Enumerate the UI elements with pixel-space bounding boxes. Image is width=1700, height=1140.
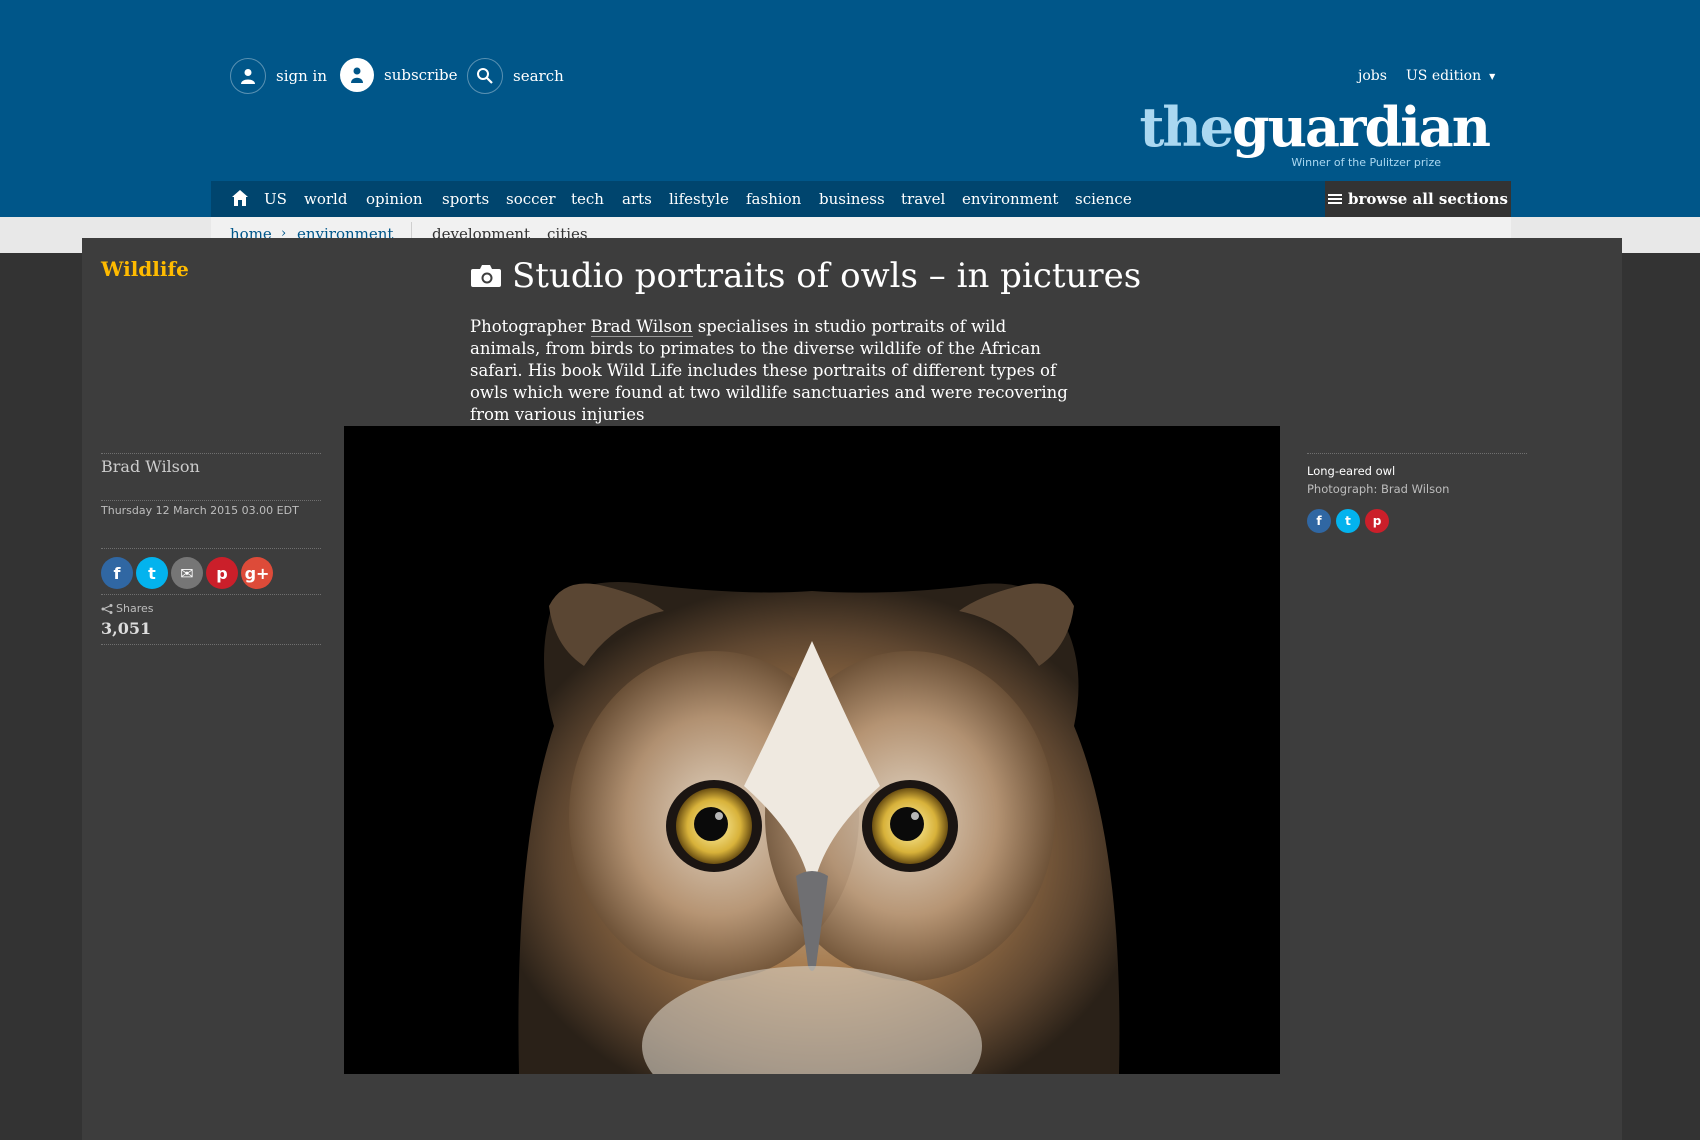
nav-item-fashion[interactable]: fashion bbox=[746, 190, 801, 208]
twitter-icon: t bbox=[148, 563, 156, 583]
logo-tagline: Winner of the Pulitzer prize bbox=[1291, 156, 1441, 169]
edition-selector[interactable]: US edition ▼ bbox=[1406, 68, 1495, 84]
caption-share-buttons: f t p bbox=[1307, 509, 1394, 533]
nav-item-travel[interactable]: travel bbox=[901, 190, 945, 208]
sign-in-link[interactable]: sign in bbox=[230, 58, 327, 94]
facebook-share-button[interactable]: f bbox=[101, 557, 133, 589]
caption-facebook-button[interactable]: f bbox=[1307, 509, 1331, 533]
share-buttons: f t ✉ p g+ bbox=[101, 557, 276, 589]
facebook-icon: f bbox=[113, 563, 121, 583]
main-nav: US world opinion sports soccer tech arts… bbox=[0, 181, 1700, 217]
nav-item-arts[interactable]: arts bbox=[622, 190, 652, 208]
browse-all-sections-button[interactable]: browse all sections bbox=[1325, 181, 1511, 217]
chevron-down-icon: ▼ bbox=[1489, 71, 1496, 81]
publish-date: Thursday 12 March 2015 03.00 EDT bbox=[101, 504, 299, 517]
article-title: Studio portraits of owls – in pictures bbox=[470, 256, 1141, 296]
standfirst: Photographer Brad Wilson specialises in … bbox=[470, 316, 1070, 426]
subscribe-link[interactable]: subscribe bbox=[340, 58, 458, 92]
home-icon[interactable] bbox=[230, 188, 250, 208]
subscribe-label: subscribe bbox=[384, 66, 458, 84]
divider bbox=[1307, 453, 1527, 454]
nav-item-tech[interactable]: tech bbox=[571, 190, 604, 208]
guardian-logo[interactable]: theguardian Winner of the Pulitzer prize bbox=[1139, 100, 1491, 169]
edition-label: US edition bbox=[1406, 68, 1482, 84]
email-icon: ✉ bbox=[180, 563, 194, 583]
article-title-text: Studio portraits of owls – in pictures bbox=[512, 256, 1142, 296]
gallery-image[interactable] bbox=[344, 426, 1280, 1074]
nav-item-science[interactable]: science bbox=[1075, 190, 1132, 208]
search-icon bbox=[467, 58, 503, 94]
byline[interactable]: Brad Wilson bbox=[101, 457, 200, 476]
jobs-link[interactable]: jobs bbox=[1358, 68, 1387, 84]
divider bbox=[101, 548, 321, 549]
section-kicker[interactable]: Wildlife bbox=[101, 257, 189, 281]
divider bbox=[101, 594, 321, 595]
search-link[interactable]: search bbox=[467, 58, 564, 94]
sign-in-label: sign in bbox=[276, 67, 327, 85]
email-share-button[interactable]: ✉ bbox=[171, 557, 203, 589]
share-icon bbox=[101, 603, 113, 614]
nav-item-sports[interactable]: sports bbox=[442, 190, 489, 208]
logo-guardian: guardian bbox=[1232, 95, 1491, 159]
googleplus-icon: g+ bbox=[244, 563, 270, 583]
search-label: search bbox=[513, 67, 564, 85]
standfirst-before: Photographer bbox=[470, 317, 591, 336]
subscribe-icon bbox=[340, 58, 374, 92]
twitter-share-button[interactable]: t bbox=[136, 557, 168, 589]
shares-label-text: Shares bbox=[116, 602, 154, 615]
image-caption: Long-eared owl Photograph: Brad Wilson bbox=[1307, 462, 1449, 498]
owl-photo bbox=[518, 582, 1120, 1074]
nav-item-lifestyle[interactable]: lifestyle bbox=[669, 190, 729, 208]
menu-icon bbox=[1328, 192, 1343, 206]
caption-twitter-button[interactable]: t bbox=[1336, 509, 1360, 533]
divider bbox=[101, 644, 321, 645]
divider bbox=[101, 453, 321, 454]
nav-item-business[interactable]: business bbox=[819, 190, 885, 208]
caption-credit: Photograph: Brad Wilson bbox=[1307, 482, 1450, 496]
logo-the: the bbox=[1139, 95, 1234, 159]
nav-item-opinion[interactable]: opinion bbox=[366, 190, 423, 208]
shares-label: Shares bbox=[101, 602, 153, 615]
user-icon bbox=[230, 58, 266, 94]
pinterest-icon: p bbox=[216, 563, 228, 583]
camera-icon bbox=[471, 265, 501, 287]
twitter-icon: t bbox=[1345, 514, 1351, 528]
caption-pinterest-button[interactable]: p bbox=[1365, 509, 1389, 533]
nav-item-environment[interactable]: environment bbox=[962, 190, 1058, 208]
nav-item-soccer[interactable]: soccer bbox=[506, 190, 556, 208]
divider bbox=[101, 500, 321, 501]
site-header: sign in subscribe search jobs US edition… bbox=[0, 0, 1700, 181]
shares-count: 3,051 bbox=[101, 619, 152, 638]
caption-title: Long-eared owl bbox=[1307, 464, 1396, 478]
googleplus-share-button[interactable]: g+ bbox=[241, 557, 273, 589]
pinterest-icon: p bbox=[1372, 514, 1382, 528]
browse-label: browse all sections bbox=[1348, 190, 1508, 208]
facebook-icon: f bbox=[1316, 514, 1322, 528]
nav-item-us[interactable]: US bbox=[264, 190, 287, 208]
photographer-link[interactable]: Brad Wilson bbox=[590, 317, 693, 337]
pinterest-share-button[interactable]: p bbox=[206, 557, 238, 589]
nav-item-world[interactable]: world bbox=[304, 190, 347, 208]
